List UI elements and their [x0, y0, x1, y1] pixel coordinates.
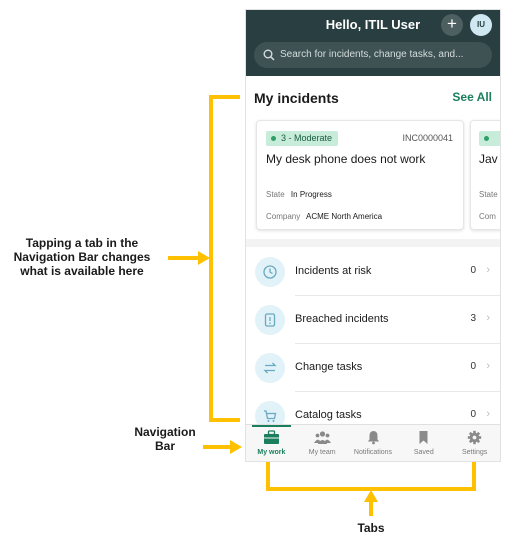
list-item-breached-incidents[interactable]: Breached incidents 3 ›	[246, 296, 500, 344]
tab-label: My work	[257, 449, 286, 456]
active-tab-indicator	[252, 425, 291, 427]
list-item-label: Breached incidents	[295, 313, 389, 325]
chevron-right-icon: ›	[486, 312, 490, 324]
tab-label: Notifications	[353, 449, 393, 456]
annotation-content-text: Tapping a tab in the Navigation Bar chan…	[2, 236, 162, 278]
list-item-label: Catalog tasks	[295, 409, 362, 421]
priority-badge: 3 - Moderate	[266, 131, 339, 146]
state-label: State	[479, 190, 498, 199]
tab-notifications[interactable]: Notifications	[348, 425, 399, 461]
alert-icon	[255, 305, 285, 335]
annotation-tabs-text: Tabs	[357, 521, 385, 535]
chevron-right-icon: ›	[486, 360, 490, 372]
tabs-arrow-head	[364, 490, 378, 502]
annotation-line: what is available here	[20, 264, 144, 278]
list-item-count: 3	[470, 313, 476, 324]
briefcase-icon	[264, 430, 279, 444]
list-item-label: Change tasks	[295, 361, 363, 373]
add-button[interactable]: +	[441, 14, 463, 36]
priority-dot-icon	[484, 136, 489, 141]
tab-label: Settings	[461, 449, 488, 456]
gear-icon	[467, 430, 482, 445]
list-item-count: 0	[470, 265, 476, 276]
see-all-link[interactable]: See All	[452, 90, 492, 104]
list-item-count: 0	[470, 409, 476, 420]
incident-card[interactable]: 3 - Moderate INC0000041 My desk phone do…	[256, 120, 464, 230]
chevron-right-icon: ›	[486, 264, 490, 276]
clock-icon	[255, 257, 285, 287]
content-arrow-head	[198, 251, 210, 265]
priority-dot-icon	[271, 136, 276, 141]
list-item-label: Incidents at risk	[295, 265, 372, 277]
navigation-bar: My work My team Notifications Saved Sett…	[246, 424, 500, 461]
search-icon	[263, 49, 275, 61]
app-header: Hello, ITIL User + IU Search for inciden…	[246, 10, 500, 76]
priority-label: 3 - Moderate	[281, 133, 333, 143]
annotation-line: Navigation Bar changes	[13, 250, 151, 264]
list-item-incidents-at-risk[interactable]: Incidents at risk 0 ›	[246, 248, 500, 296]
priority-badge	[479, 131, 500, 146]
incident-title: Jav	[479, 152, 498, 166]
tab-label: My team	[308, 449, 336, 456]
company-value: ACME North America	[306, 212, 383, 221]
company-field: Company ACME North America	[266, 212, 382, 221]
content-area-bracket	[209, 95, 240, 422]
swap-arrows-icon	[255, 353, 285, 383]
avatar[interactable]: IU	[470, 14, 492, 36]
annotation-line: Navigation	[134, 425, 196, 439]
company-label: Company	[266, 212, 301, 221]
tabs-bracket	[266, 460, 476, 491]
annotation-navbar-text: Navigation Bar	[126, 425, 204, 453]
tab-label: Saved	[413, 449, 434, 456]
company-label: Com	[479, 212, 496, 221]
chevron-right-icon: ›	[486, 408, 490, 420]
bell-icon	[367, 431, 379, 445]
annotation-line: Tapping a tab in the	[25, 236, 139, 250]
navbar-arrow-head	[230, 440, 242, 454]
state-field: State In Progress	[266, 190, 332, 199]
search-input[interactable]: Search for incidents, change tasks, and.…	[254, 42, 492, 68]
phone-screen: Hello, ITIL User + IU Search for inciden…	[246, 10, 500, 461]
tab-saved[interactable]: Saved	[398, 425, 449, 461]
annotation-line: Bar	[154, 439, 175, 453]
tab-my-work[interactable]: My work	[246, 425, 297, 461]
incident-title: My desk phone does not work	[266, 152, 426, 166]
incident-card-partial[interactable]: Jav State Com	[470, 120, 500, 230]
team-icon	[313, 431, 331, 444]
list-item-change-tasks[interactable]: Change tasks 0 ›	[246, 344, 500, 392]
incident-number: INC0000041	[402, 133, 453, 143]
section-divider	[246, 239, 500, 247]
list-item-count: 0	[470, 361, 476, 372]
state-label: State	[266, 190, 285, 199]
tab-settings[interactable]: Settings	[449, 425, 500, 461]
bookmark-icon	[419, 431, 428, 444]
state-value: In Progress	[290, 190, 332, 199]
tab-my-team[interactable]: My team	[297, 425, 348, 461]
section-title: My incidents	[254, 90, 339, 106]
